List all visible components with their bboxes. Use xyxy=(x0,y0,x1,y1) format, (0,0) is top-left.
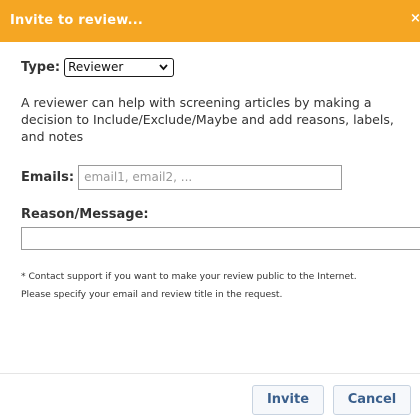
type-select[interactable]: Reviewer xyxy=(64,57,175,77)
emails-label: Emails: xyxy=(21,169,75,185)
type-row: Type: Reviewer xyxy=(21,56,175,78)
invite-dialog: Invite to review... × Type: Reviewer A r… xyxy=(0,0,420,415)
emails-field[interactable]: email1, email2, ... xyxy=(78,164,343,190)
public-review-note: * Contact support if you want to make yo… xyxy=(21,268,420,304)
note-line-2: Please specify your email and review tit… xyxy=(21,289,283,300)
type-label: Type: xyxy=(21,59,61,75)
invite-button[interactable]: Invite xyxy=(252,385,324,415)
dialog-title: Invite to review... xyxy=(10,13,144,28)
note-line-1: * Contact support if you want to make yo… xyxy=(21,271,357,282)
cancel-button[interactable]: Cancel xyxy=(333,385,411,415)
type-select-value: Reviewer xyxy=(68,59,124,74)
close-icon[interactable]: × xyxy=(410,11,420,26)
chevron-down-icon xyxy=(159,63,168,70)
reason-label: Reason/Message: xyxy=(21,207,149,222)
role-description: A reviewer can help with screening artic… xyxy=(21,95,394,144)
dialog-titlebar: Invite to review... × xyxy=(0,0,420,42)
footer-divider xyxy=(0,373,420,374)
emails-row: Emails: email1, email2, ... xyxy=(21,164,343,190)
reason-message-field[interactable] xyxy=(21,227,420,250)
